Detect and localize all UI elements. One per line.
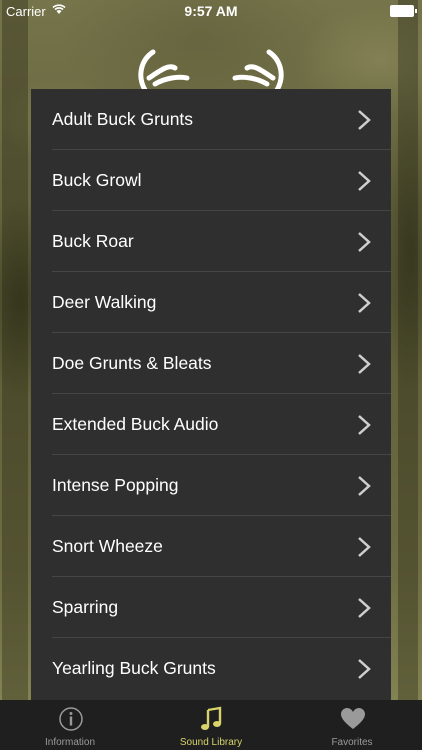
antlers-logo-icon: [138, 49, 284, 92]
status-time: 9:57 AM: [184, 3, 238, 19]
chevron-right-icon: [358, 537, 371, 557]
list-item[interactable]: Deer Walking: [31, 272, 391, 333]
chevron-right-icon: [358, 415, 371, 435]
tab-bar: Information Sound Library Favorites: [0, 700, 422, 750]
heart-icon: [341, 708, 365, 729]
info-icon: [59, 707, 83, 731]
tab-information[interactable]: Information: [0, 700, 140, 750]
list-item[interactable]: Sparring: [31, 577, 391, 638]
list-item-label: Sparring: [52, 597, 119, 617]
list-item[interactable]: Buck Growl: [31, 150, 391, 211]
chevron-right-icon: [358, 659, 371, 679]
sound-list: Adult Buck Grunts Buck Growl Buck Roar D…: [31, 89, 391, 700]
chevron-right-icon: [358, 293, 371, 313]
chevron-right-icon: [358, 354, 371, 374]
chevron-right-icon: [358, 110, 371, 130]
list-item-label: Buck Roar: [52, 231, 134, 251]
tab-sound-library[interactable]: Sound Library: [141, 700, 281, 750]
list-item[interactable]: Buck Roar: [31, 211, 391, 272]
tab-favorites[interactable]: Favorites: [282, 700, 422, 750]
tab-label: Favorites: [331, 737, 373, 748]
list-item[interactable]: Extended Buck Audio: [31, 394, 391, 455]
list-item[interactable]: Intense Popping: [31, 455, 391, 516]
list-item-label: Buck Growl: [52, 170, 142, 190]
list-item[interactable]: Doe Grunts & Bleats: [31, 333, 391, 394]
list-item[interactable]: Adult Buck Grunts: [31, 89, 391, 150]
tab-label: Sound Library: [179, 737, 243, 748]
list-item-label: Adult Buck Grunts: [52, 109, 194, 129]
list-item[interactable]: Snort Wheeze: [31, 516, 391, 577]
list-item-label: Intense Popping: [52, 475, 179, 495]
list-item[interactable]: Yearling Buck Grunts: [31, 638, 391, 699]
music-note-icon: [201, 706, 222, 730]
list-item-label: Extended Buck Audio: [52, 414, 219, 434]
tab-label: Information: [44, 737, 96, 748]
list-item-label: Yearling Buck Grunts: [52, 658, 216, 678]
status-bar: Carrier 9:57 AM: [0, 0, 422, 22]
chevron-right-icon: [358, 171, 371, 191]
list-item-label: Doe Grunts & Bleats: [52, 353, 212, 373]
chevron-right-icon: [358, 476, 371, 496]
chevron-right-icon: [358, 598, 371, 618]
list-item-label: Deer Walking: [52, 292, 157, 312]
chevron-right-icon: [358, 232, 371, 252]
battery-icon: [390, 5, 417, 17]
list-item-label: Snort Wheeze: [52, 536, 163, 556]
